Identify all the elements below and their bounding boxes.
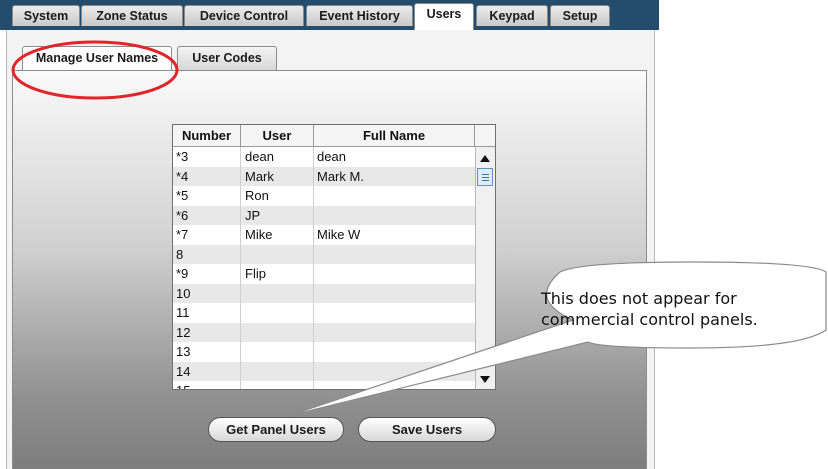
tab-device-control[interactable]: Device Control — [184, 5, 304, 26]
table-row[interactable]: 8 — [173, 244, 475, 265]
cell-number: 14 — [173, 361, 241, 381]
cell-number: 13 — [173, 342, 241, 362]
subtab-manage-user-names[interactable]: Manage User Names — [22, 46, 172, 71]
tab-event-history[interactable]: Event History — [306, 5, 413, 26]
table-body: *3 dean dean *4 Mark Mark M. *5 Ron *6 JP *7 Mi… — [173, 147, 475, 389]
table-row[interactable]: *3 dean dean — [173, 147, 475, 167]
cell-number: *3 — [173, 147, 241, 167]
cell-number: 11 — [173, 303, 241, 323]
callout-line-2: commercial control panels. — [541, 310, 758, 329]
callout-text: This does not appear for commercial cont… — [541, 288, 791, 330]
cell-full-name[interactable]: Mike W — [314, 225, 475, 245]
table-row[interactable]: 10 — [173, 283, 475, 304]
cell-full-name[interactable] — [314, 342, 475, 362]
column-header-user[interactable]: User — [241, 125, 314, 146]
tab-zone-status[interactable]: Zone Status — [81, 5, 183, 26]
scroll-down-arrow-icon[interactable] — [480, 376, 490, 383]
table-row[interactable]: *6 JP — [173, 205, 475, 226]
cell-user[interactable]: Mark — [241, 166, 314, 186]
table-row[interactable]: *5 Ron — [173, 186, 475, 206]
scrollbar-thumb[interactable] — [477, 168, 493, 186]
cell-user[interactable] — [241, 322, 314, 342]
cell-full-name[interactable] — [314, 186, 475, 206]
table-row[interactable]: *7 Mike Mike W — [173, 225, 475, 245]
cell-full-name[interactable] — [314, 245, 475, 265]
table-row[interactable]: 13 — [173, 342, 475, 362]
subtab-user-codes[interactable]: User Codes — [177, 46, 277, 70]
top-tab-bar: System Zone Status Device Control Event … — [0, 0, 659, 30]
table-row[interactable]: 12 — [173, 322, 475, 343]
cell-number: *7 — [173, 225, 241, 245]
cell-user[interactable] — [241, 283, 314, 303]
cell-number: 10 — [173, 283, 241, 303]
table-row[interactable]: *4 Mark Mark M. — [173, 166, 475, 187]
cell-user[interactable] — [241, 342, 314, 362]
column-header-number[interactable]: Number — [173, 125, 241, 146]
get-panel-users-button[interactable]: Get Panel Users — [208, 417, 344, 442]
cell-user[interactable] — [241, 381, 314, 389]
table-row[interactable]: 15 — [173, 381, 475, 389]
tab-users[interactable]: Users — [414, 3, 474, 30]
table-row[interactable]: *9 Flip — [173, 264, 475, 284]
cell-user[interactable]: Ron — [241, 186, 314, 206]
cell-full-name[interactable] — [314, 362, 475, 382]
cell-full-name[interactable] — [314, 381, 475, 389]
tab-setup[interactable]: Setup — [550, 5, 610, 26]
table-header: Number User Full Name — [173, 125, 495, 147]
scroll-up-arrow-icon[interactable] — [480, 155, 490, 162]
cell-user[interactable]: JP — [241, 205, 314, 225]
cell-number: 8 — [173, 244, 241, 264]
table-row[interactable]: 14 — [173, 361, 475, 382]
vertical-scrollbar[interactable] — [475, 147, 495, 389]
cell-user[interactable] — [241, 361, 314, 381]
column-header-full-name[interactable]: Full Name — [314, 125, 475, 146]
cell-number: *6 — [173, 205, 241, 225]
tab-system[interactable]: System — [12, 5, 80, 26]
cell-number: *9 — [173, 264, 241, 284]
cell-user[interactable]: dean — [241, 147, 314, 167]
cell-user[interactable]: Flip — [241, 264, 314, 284]
save-users-button[interactable]: Save Users — [358, 417, 496, 442]
cell-number: 15 — [173, 381, 241, 389]
cell-full-name[interactable] — [314, 323, 475, 343]
table-row[interactable]: 11 — [173, 303, 475, 323]
cell-full-name[interactable] — [314, 284, 475, 304]
cell-user[interactable]: Mike — [241, 225, 314, 245]
cell-full-name[interactable] — [314, 206, 475, 226]
user-table: Number User Full Name *3 dean dean *4 Mark M… — [172, 124, 496, 390]
cell-number: *4 — [173, 166, 241, 186]
cell-user[interactable] — [241, 303, 314, 323]
cell-full-name[interactable] — [314, 264, 475, 284]
tab-keypad[interactable]: Keypad — [476, 5, 548, 26]
cell-full-name[interactable] — [314, 303, 475, 323]
cell-user[interactable] — [241, 244, 314, 264]
cell-number: 12 — [173, 322, 241, 342]
callout-line-1: This does not appear for — [541, 289, 737, 308]
cell-full-name[interactable]: Mark M. — [314, 167, 475, 187]
cell-full-name[interactable]: dean — [314, 147, 475, 167]
cell-number: *5 — [173, 186, 241, 206]
